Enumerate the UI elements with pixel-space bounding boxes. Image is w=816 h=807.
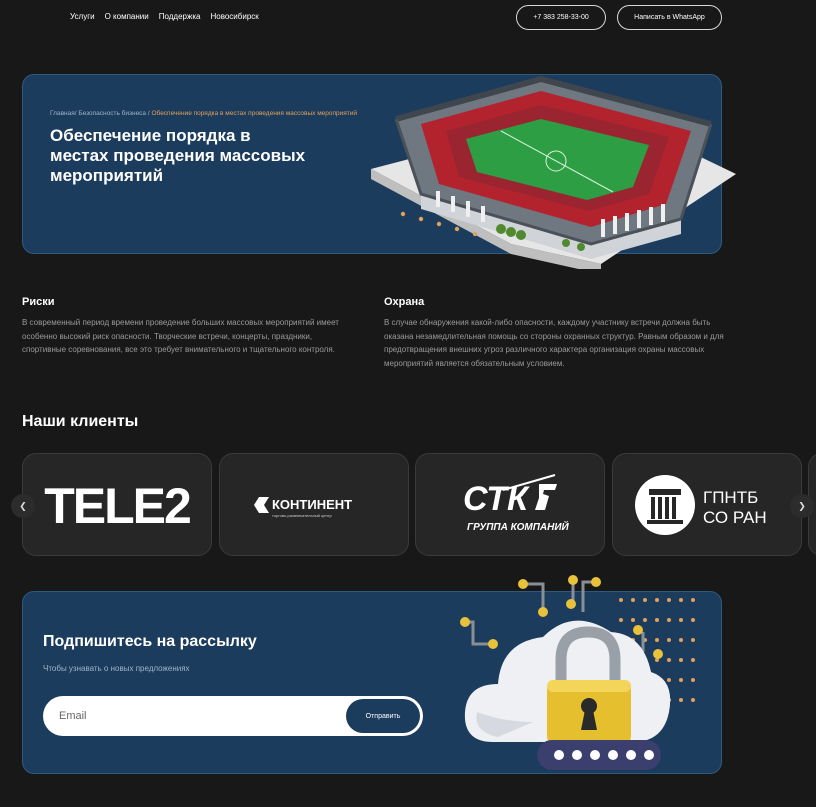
svg-text:TELE2: TELE2: [44, 478, 190, 534]
top-nav: Услуги О компании Поддержка Новосибирск: [70, 12, 269, 21]
client-card-stk[interactable]: СТК ГРУППА КОМПАНИЙ: [415, 453, 605, 556]
nav-support[interactable]: Поддержка: [159, 12, 201, 21]
stk-logo: СТК ГРУППА КОМПАНИЙ: [463, 473, 570, 533]
subscribe-lead: Чтобы узнавать о новых предложениях: [43, 664, 190, 673]
hero-banner: Главная/ Безопасность бизнеса / Обеспече…: [22, 74, 736, 269]
kontinent-logo: КОНТИНЕНТ торгово-развлекательный центр: [254, 496, 352, 518]
nav-services[interactable]: Услуги: [70, 12, 95, 21]
stadium-illustration: [371, 75, 736, 269]
guard-section: Охрана В случае обнаружения какой-либо о…: [384, 296, 724, 370]
cloud-lock-illustration: [460, 575, 695, 770]
tele2-logo: TELE2: [44, 478, 192, 534]
client-card-tele2[interactable]: TELE2: [22, 453, 212, 556]
risks-section: Риски В современный период времени прове…: [22, 296, 342, 357]
gpntb-logo: ГПНТБ СО РАН: [635, 474, 767, 535]
email-input[interactable]: [59, 706, 329, 726]
page-title: Обеспечение порядка в местах проведения …: [50, 126, 306, 185]
whatsapp-button[interactable]: Написать в WhatsApp: [617, 5, 722, 30]
svg-text:ГПНТБ: ГПНТБ: [703, 488, 758, 507]
svg-text:СО РАН: СО РАН: [703, 508, 767, 527]
svg-text:ГРУППА КОМПАНИЙ: ГРУППА КОМПАНИЙ: [467, 520, 570, 533]
nav-about[interactable]: О компании: [105, 12, 149, 21]
chevron-right-icon[interactable]: ❯: [790, 494, 814, 518]
subscribe-section: Подпишитесь на рассылку Чтобы узнавать о…: [22, 575, 722, 774]
breadcrumb-business-security[interactable]: Безопасность бизнеса: [78, 110, 146, 117]
email-form: Отправить: [43, 696, 423, 736]
chevron-left-icon[interactable]: ❮: [11, 494, 35, 518]
nav-city[interactable]: Новосибирск: [210, 12, 258, 21]
client-card-kontinent[interactable]: КОНТИНЕНТ торгово-развлекательный центр: [219, 453, 409, 556]
risks-text: В современный период времени проведение …: [22, 318, 339, 354]
svg-text:торгово-развлекательный центр: торгово-развлекательный центр: [272, 513, 333, 518]
phone-button[interactable]: +7 383 258-33-00: [516, 5, 606, 30]
guard-title: Охрана: [384, 296, 425, 308]
send-button[interactable]: Отправить: [346, 699, 420, 733]
clients-title: Наши клиенты: [22, 413, 139, 430]
breadcrumb-home[interactable]: Главная: [50, 110, 75, 117]
svg-text:КОНТИНЕНТ: КОНТИНЕНТ: [272, 497, 352, 512]
subscribe-title: Подпишитесь на рассылку: [43, 633, 257, 650]
breadcrumb-current: Обеспечение порядка в местах проведения …: [151, 110, 358, 117]
client-card-gpntb[interactable]: ГПНТБ СО РАН: [612, 453, 802, 556]
risks-title: Риски: [22, 296, 55, 308]
guard-text: В случае обнаружения какой-либо опасност…: [384, 318, 724, 368]
breadcrumb: Главная/ Безопасность бизнеса / Обеспече…: [50, 110, 358, 117]
